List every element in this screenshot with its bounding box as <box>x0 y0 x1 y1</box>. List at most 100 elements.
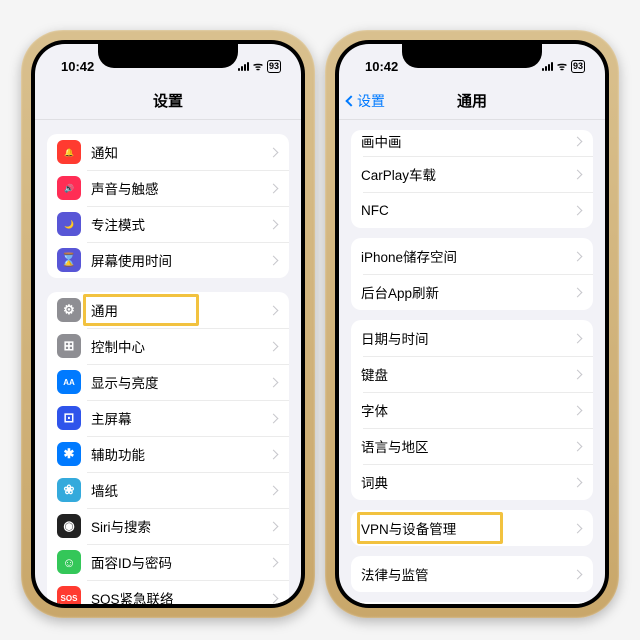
ic-wall-icon: ❀ <box>57 478 81 502</box>
settings-row[interactable]: ❀ 墙纸 <box>47 472 289 508</box>
row-label: iPhone储存空间 <box>361 246 574 266</box>
chevron-right-icon <box>573 569 583 579</box>
settings-row[interactable]: ◉Siri与搜索 <box>47 508 289 544</box>
screen: 10:42 ᯤ 93 设置 🔔 通知 🔊 声音与触感 🌙专注模式 ⌛ 屏幕使用时间 ⚙通用⊞控… <box>35 44 301 604</box>
page-title: 设置 <box>153 90 183 111</box>
chevron-right-icon <box>269 219 279 229</box>
row-label: NFC <box>361 203 574 218</box>
row-label: 日期与时间 <box>361 328 574 348</box>
settings-group: iPhone储存空间后台App刷新 <box>351 238 593 310</box>
row-label: 通知 <box>91 142 270 162</box>
wifi-icon: ᯤ <box>557 59 567 74</box>
chevron-right-icon <box>269 413 279 423</box>
settings-row[interactable]: ⚙通用 <box>47 292 289 328</box>
battery-icon: 93 <box>571 60 585 73</box>
settings-row[interactable]: iPhone储存空间 <box>351 238 593 274</box>
navbar: 设置 <box>35 82 301 120</box>
settings-group: VPN与设备管理 <box>351 510 593 546</box>
chevron-right-icon <box>573 333 583 343</box>
chevron-right-icon <box>573 205 583 215</box>
ic-home-icon: ⊡ <box>57 406 81 430</box>
row-label: 显示与亮度 <box>91 372 270 392</box>
settings-row[interactable]: ⊞控制中心 <box>47 328 289 364</box>
settings-row[interactable]: 🌙专注模式 <box>47 206 289 242</box>
chevron-right-icon <box>269 521 279 531</box>
status-time: 10:42 <box>365 59 398 74</box>
settings-row[interactable]: 语言与地区 <box>351 428 593 464</box>
settings-row[interactable]: 词典 <box>351 464 593 500</box>
settings-row[interactable]: 法律与监管 <box>351 556 593 592</box>
status-indicators: ᯤ 93 <box>542 59 585 74</box>
row-label: 画中画 <box>361 131 574 151</box>
row-label: 声音与触感 <box>91 178 270 198</box>
settings-row[interactable]: 🔊 声音与触感 <box>47 170 289 206</box>
chevron-right-icon <box>573 405 583 415</box>
settings-row[interactable]: SOSSOS紧急联络 <box>47 580 289 604</box>
row-label: 控制中心 <box>91 336 270 356</box>
bezel: 10:42 ᯤ 93 设置 通用 画中画 CarPlay车载 NFC iPhone储存… <box>335 40 609 608</box>
settings-row[interactable]: NFC <box>351 192 593 228</box>
page-title: 通用 <box>457 90 487 111</box>
settings-row[interactable]: 后台App刷新 <box>351 274 593 310</box>
ic-notif-icon: 🔔 <box>57 140 81 164</box>
signal-icon <box>542 62 553 71</box>
general-list[interactable]: 画中画CarPlay车载NFCiPhone储存空间后台App刷新日期与时间键盘字… <box>339 120 605 604</box>
notch <box>402 44 542 68</box>
row-label: 语言与地区 <box>361 436 574 456</box>
chevron-right-icon <box>573 441 583 451</box>
back-label: 设置 <box>357 91 385 111</box>
status-indicators: ᯤ 93 <box>238 59 281 74</box>
row-label: 屏幕使用时间 <box>91 250 270 270</box>
chevron-right-icon <box>269 485 279 495</box>
chevron-right-icon <box>269 183 279 193</box>
settings-row[interactable]: CarPlay车载 <box>351 156 593 192</box>
settings-row[interactable]: ✱ 辅助功能 <box>47 436 289 472</box>
ic-sound-icon: 🔊 <box>57 176 81 200</box>
ic-screen-icon: ⌛ <box>57 248 81 272</box>
chevron-right-icon <box>573 136 583 146</box>
settings-row[interactable]: 传输或还原iPhone <box>351 602 593 604</box>
settings-row[interactable]: ⊡主屏幕 <box>47 400 289 436</box>
settings-row[interactable]: 画中画 <box>351 130 593 156</box>
row-label: VPN与设备管理 <box>361 518 574 538</box>
settings-row[interactable]: VPN与设备管理 <box>351 510 593 546</box>
chevron-right-icon <box>269 449 279 459</box>
chevron-right-icon <box>573 369 583 379</box>
chevron-right-icon <box>573 523 583 533</box>
row-label: 专注模式 <box>91 214 270 234</box>
settings-row[interactable]: 日期与时间 <box>351 320 593 356</box>
phone-left: 10:42 ᯤ 93 设置 🔔 通知 🔊 声音与触感 🌙专注模式 ⌛ 屏幕使用时间 ⚙通用⊞控… <box>21 30 315 618</box>
signal-icon <box>238 62 249 71</box>
settings-group: ⚙通用⊞控制中心 AA 显示与亮度 ⊡主屏幕 ✱ 辅助功能 ❀ 墙纸 ◉Siri与搜索☺面容ID… <box>47 292 289 604</box>
settings-group: 🔔 通知 🔊 声音与触感 🌙专注模式 ⌛ 屏幕使用时间 <box>47 134 289 278</box>
settings-group: 画中画 CarPlay车载 NFC <box>351 130 593 228</box>
settings-row[interactable]: ⌛ 屏幕使用时间 <box>47 242 289 278</box>
chevron-left-icon <box>345 95 356 106</box>
row-label: CarPlay车载 <box>361 164 574 184</box>
row-label: SOS紧急联络 <box>91 588 270 604</box>
row-label: 墙纸 <box>91 480 270 500</box>
status-time: 10:42 <box>61 59 94 74</box>
ic-face-icon: ☺ <box>57 550 81 574</box>
settings-list[interactable]: 🔔 通知 🔊 声音与触感 🌙专注模式 ⌛ 屏幕使用时间 ⚙通用⊞控制中心 AA 显示与亮度 ⊡主屏幕… <box>35 120 301 604</box>
row-label: 辅助功能 <box>91 444 270 464</box>
screen: 10:42 ᯤ 93 设置 通用 画中画 CarPlay车载 NFC iPhone储存… <box>339 44 605 604</box>
settings-row[interactable]: AA 显示与亮度 <box>47 364 289 400</box>
back-button[interactable]: 设置 <box>347 82 385 119</box>
row-label: 字体 <box>361 400 574 420</box>
settings-group: 传输或还原iPhone <box>351 602 593 604</box>
settings-row[interactable]: 🔔 通知 <box>47 134 289 170</box>
ic-acc-icon: ✱ <box>57 442 81 466</box>
ic-disp-icon: AA <box>57 370 81 394</box>
notch <box>98 44 238 68</box>
settings-row[interactable]: 键盘 <box>351 356 593 392</box>
chevron-right-icon <box>269 341 279 351</box>
row-label: Siri与搜索 <box>91 516 270 536</box>
navbar: 设置 通用 <box>339 82 605 120</box>
settings-row[interactable]: 字体 <box>351 392 593 428</box>
row-label: 后台App刷新 <box>361 282 574 302</box>
wifi-icon: ᯤ <box>253 59 263 74</box>
row-label: 键盘 <box>361 364 574 384</box>
settings-row[interactable]: ☺面容ID与密码 <box>47 544 289 580</box>
chevron-right-icon <box>269 147 279 157</box>
